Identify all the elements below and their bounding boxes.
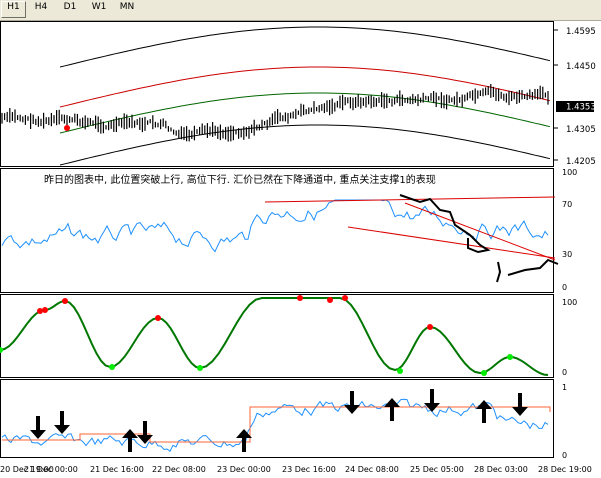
peak-dot <box>42 307 48 313</box>
trough-dot <box>481 370 487 376</box>
trough-dot <box>507 354 513 360</box>
price-label: 1.4450 <box>566 62 596 72</box>
indicator-panel-steps <box>0 379 554 458</box>
peak-dot <box>37 308 43 314</box>
chart-area[interactable]: 1.4595 1.4450 1.4353 1.4305 1.4205 100 7… <box>0 20 601 478</box>
level-label: 100 <box>562 298 577 307</box>
level-label: 1 <box>562 383 567 392</box>
indicator-panel-rsi <box>0 168 554 293</box>
time-label: 23 Dec 00:00 <box>217 465 271 474</box>
time-label: 21 Dec 16:00 <box>90 465 144 474</box>
peak-dot <box>155 315 161 321</box>
tab-h1[interactable]: H1 <box>1 1 26 18</box>
price-label: 1.4595 <box>566 27 596 37</box>
time-label: 22 Dec 08:00 <box>152 465 206 474</box>
level-label: 100 <box>562 168 577 177</box>
peak-dot <box>427 324 433 330</box>
level-label: 0 <box>562 283 567 292</box>
tab-d1[interactable]: D1 <box>56 1 84 18</box>
price-label: 1.4205 <box>566 157 596 167</box>
signal-dot <box>64 125 70 131</box>
indicator-panel-oscillator <box>0 294 554 378</box>
time-axis: 20 Dec 19:00 21 Dec 00:00 21 Dec 16:00 2… <box>0 465 592 474</box>
time-label: 28 Dec 19:00 <box>538 465 592 474</box>
peak-dot <box>342 295 348 301</box>
tab-h4[interactable]: H4 <box>27 1 55 18</box>
timeframe-toolbar: H1 H4 D1 W1 MN <box>0 0 601 21</box>
level-label: 30 <box>562 250 572 259</box>
annotation-text: 昨日的图表中, 此位置突破上行, 高位下行. 汇价已然在下降通道中, 重点关注支… <box>44 173 436 186</box>
peak-dot <box>297 295 303 301</box>
level-label: 0 <box>562 451 567 460</box>
peak-dot <box>327 297 333 303</box>
peak-dot <box>62 298 68 304</box>
time-label: 24 Dec 08:00 <box>345 465 399 474</box>
time-label: 25 Dec 05:00 <box>410 465 464 474</box>
tab-mn[interactable]: MN <box>114 1 140 18</box>
trough-dot <box>397 368 403 374</box>
time-label: 23 Dec 16:00 <box>282 465 336 474</box>
trough-dot <box>109 364 115 370</box>
price-label: 1.4305 <box>566 125 596 135</box>
tab-w1[interactable]: W1 <box>85 1 113 18</box>
time-label: 28 Dec 03:00 <box>474 465 528 474</box>
time-label: 21 Dec 00:00 <box>24 465 78 474</box>
trough-dot <box>197 365 203 371</box>
level-label: 70 <box>562 200 572 209</box>
level-label: 0 <box>562 368 567 377</box>
current-price-label: 1.4353 <box>566 103 596 113</box>
